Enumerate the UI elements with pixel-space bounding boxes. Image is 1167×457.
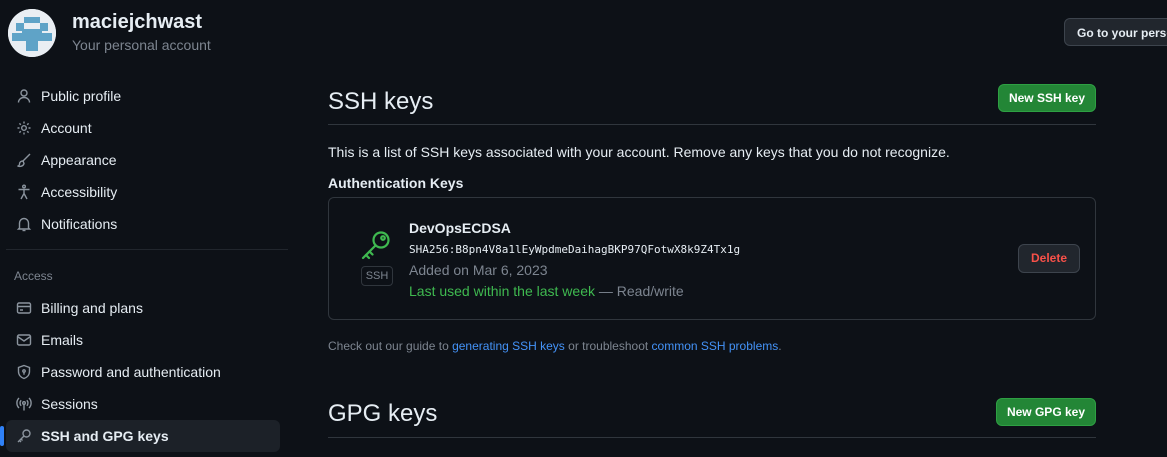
ssh-key-fingerprint: SHA256:B8pn4V8a1lEyWpdmeDaihagBKP97QFotw…: [409, 243, 741, 256]
ssh-heading-divider: [328, 124, 1096, 125]
guide-mid: or troubleshoot: [564, 339, 652, 353]
ssh-key-usage: Last used within the last week — Read/wr…: [409, 283, 684, 299]
sidebar-item-sessions[interactable]: Sessions: [6, 388, 280, 420]
broadcast-icon: [16, 396, 32, 412]
gpg-keys-heading: GPG keys: [328, 400, 438, 427]
sidebar-item-password-authentication[interactable]: Password and authentication: [6, 356, 280, 388]
ssh-key-item: SSH DevOpsECDSA SHA256:B8pn4V8a1lEyWpdme…: [328, 197, 1096, 320]
sidebar-item-label: Sessions: [41, 396, 98, 412]
guide-suffix: .: [778, 339, 782, 353]
delete-ssh-key-button[interactable]: Delete: [1018, 244, 1080, 273]
key-icon: [359, 228, 395, 264]
username[interactable]: maciejchwast: [72, 11, 202, 34]
ssh-guide-text: Check out our guide to generating SSH ke…: [328, 339, 782, 353]
ssh-key-access: — Read/write: [595, 283, 684, 299]
authentication-keys-heading: Authentication Keys: [328, 175, 464, 191]
go-to-profile-button[interactable]: Go to your perso: [1064, 18, 1167, 46]
sidebar-item-label: SSH and GPG keys: [41, 428, 169, 444]
sidebar-item-label: Notifications: [41, 216, 118, 232]
sidebar-item-label: Password and authentication: [41, 364, 221, 380]
sidebar-item-label: Emails: [41, 332, 84, 348]
sidebar-item-label: Accessibility: [41, 184, 118, 200]
credit-card-icon: [16, 300, 32, 316]
shield-lock-icon: [16, 364, 32, 380]
sidebar-section-access: Access: [14, 269, 53, 283]
avatar[interactable]: [8, 9, 56, 57]
sidebar-item-label: Appearance: [41, 152, 117, 168]
gpg-heading-divider: [328, 437, 1096, 438]
bell-icon: [16, 216, 32, 232]
guide-prefix: Check out our guide to: [328, 339, 453, 353]
ssh-key-added-date: Added on Mar 6, 2023: [409, 262, 548, 278]
sidebar-item-ssh-gpg-keys[interactable]: SSH and GPG keys: [0, 420, 280, 452]
ssh-key-last-used: Last used within the last week: [409, 283, 595, 299]
generating-ssh-keys-link[interactable]: generating SSH keys: [452, 339, 565, 353]
ssh-keys-heading: SSH keys: [328, 88, 434, 115]
settings-page: maciejchwast Your personal account Go to…: [0, 0, 1167, 457]
sidebar-item-emails[interactable]: Emails: [6, 324, 280, 356]
sidebar-item-account[interactable]: Account: [6, 112, 280, 144]
sidebar-item-label: Public profile: [41, 88, 122, 104]
accessibility-icon: [16, 184, 32, 200]
ssh-key-title: DevOpsECDSA: [409, 220, 511, 236]
new-ssh-key-button[interactable]: New SSH key: [998, 84, 1096, 112]
sidebar-item-notifications[interactable]: Notifications: [6, 208, 280, 240]
sidebar-item-label: Account: [41, 120, 92, 136]
account-header: maciejchwast Your personal account Go to…: [0, 0, 1167, 64]
paintbrush-icon: [16, 152, 32, 168]
key-icon: [16, 428, 32, 444]
sidebar-item-accessibility[interactable]: Accessibility: [6, 176, 280, 208]
account-subtitle: Your personal account: [72, 37, 211, 53]
ssh-intro-text: This is a list of SSH keys associated wi…: [328, 144, 950, 160]
mail-icon: [16, 332, 32, 348]
ssh-type-badge: SSH: [361, 266, 393, 286]
sidebar-item-billing[interactable]: Billing and plans: [6, 292, 280, 324]
sidebar-divider: [6, 249, 288, 250]
sidebar-item-public-profile[interactable]: Public profile: [6, 80, 280, 112]
sidebar-item-label: Billing and plans: [41, 300, 143, 316]
sidebar-item-appearance[interactable]: Appearance: [6, 144, 280, 176]
new-gpg-key-button[interactable]: New GPG key: [996, 398, 1096, 426]
gear-icon: [16, 120, 32, 136]
common-ssh-problems-link[interactable]: common SSH problems: [652, 339, 779, 353]
person-icon: [16, 88, 32, 104]
